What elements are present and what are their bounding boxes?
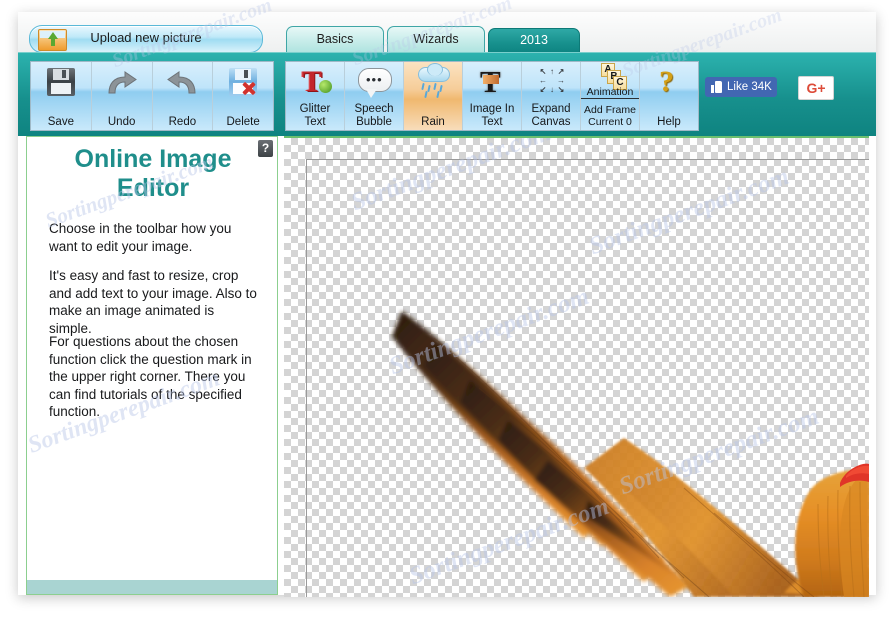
image-in-text-button[interactable]: T Image In Text: [463, 62, 522, 130]
image-in-text-icon: T: [470, 66, 514, 100]
image-canvas[interactable]: Sortingperepair.com Sortingperepair.com …: [284, 136, 869, 597]
google-plus-button[interactable]: G+: [798, 76, 834, 100]
image-editor-window: Upload new picture Basics Wizards 2013 S…: [18, 0, 876, 597]
sidebar-paragraph-3: For questions about the chosen function …: [49, 334, 252, 419]
main-content: ? Online Image Editor Choose in the tool…: [18, 136, 876, 597]
rain-cloud-icon: [411, 63, 455, 100]
speech-bubble-label-line2: Bubble: [356, 115, 392, 128]
speech-bubble-button[interactable]: ••• Speech Bubble: [345, 62, 404, 130]
question-mark-icon: ?: [659, 65, 674, 98]
floppy-disk-icon: [39, 66, 83, 100]
sidebar-paragraph-1: Choose in the toolbar how you want to ed…: [49, 221, 232, 254]
sidebar-footer: [27, 580, 277, 594]
animation-add-frame-button[interactable]: A B C Animation Add Frame Current 0: [581, 62, 640, 130]
glitter-letter-icon: T: [293, 66, 337, 100]
expand-canvas-label-line1: Expand: [531, 103, 571, 115]
animation-add-frame-label: Add Frame: [584, 104, 636, 116]
info-sidebar: ? Online Image Editor Choose in the tool…: [26, 136, 278, 595]
undo-button-label: Undo: [107, 115, 136, 128]
speech-bubble-icon: •••: [352, 66, 396, 100]
animation-current-frame-label: Current 0: [588, 116, 632, 128]
redo-button[interactable]: Redo: [153, 62, 214, 130]
tab-wizards[interactable]: Wizards: [387, 26, 485, 53]
google-plus-label: G+: [806, 80, 826, 96]
glitter-text-label-line1: Glitter: [299, 103, 331, 115]
save-button-label: Save: [47, 115, 74, 128]
animation-title: Animation: [581, 86, 639, 99]
help-button[interactable]: ? Help: [640, 62, 698, 130]
rooster-image: [392, 311, 869, 597]
redo-button-label: Redo: [168, 115, 197, 128]
top-bar: Upload new picture Basics Wizards 2013: [18, 12, 876, 53]
rain-button-label: Rain: [421, 115, 445, 128]
tab-2013-label: 2013: [520, 33, 548, 47]
toolbar: Save Undo Redo Delete T Glitter Text •••…: [18, 52, 876, 137]
facebook-like-label: Like: [727, 81, 749, 93]
help-button-label: Help: [657, 115, 681, 128]
expand-canvas-label-line2: Canvas: [531, 115, 571, 128]
rain-button[interactable]: Rain: [404, 62, 463, 130]
animation-frames-icon: A B C: [588, 63, 632, 90]
redo-arrow-icon: [160, 66, 204, 100]
tab-basics[interactable]: Basics: [286, 26, 384, 53]
tab-wizards-label: Wizards: [413, 32, 459, 46]
undo-button[interactable]: Undo: [92, 62, 153, 130]
delete-button[interactable]: Delete: [213, 62, 273, 130]
image-in-text-label-line1: Image In: [469, 103, 515, 115]
tab-basics-label: Basics: [316, 32, 354, 46]
expand-canvas-button[interactable]: ↖ ↑ ↗ ← → ↙ ↓ ↘ Expand Canvas: [522, 62, 581, 130]
upload-button-label: Upload new picture: [90, 30, 202, 45]
page-title: Online Image Editor: [74, 145, 232, 202]
facebook-like-count: 34K: [751, 81, 772, 93]
thumbs-up-icon: [711, 81, 722, 93]
save-button[interactable]: Save: [31, 62, 92, 130]
image-in-text-label-line2: Text: [481, 115, 503, 128]
tab-2013[interactable]: 2013: [488, 28, 580, 53]
speech-bubble-label-line1: Speech: [354, 103, 394, 115]
glitter-text-label-line2: Text: [304, 115, 326, 128]
sidebar-paragraph-2: It's easy and fast to resize, crop and a…: [49, 268, 257, 336]
toolbar-effects-group: T Glitter Text ••• Speech Bubble Rain Im…: [285, 61, 699, 131]
toolbar-file-group: Save Undo Redo Delete: [30, 61, 274, 131]
upload-new-picture-button[interactable]: Upload new picture: [29, 25, 263, 53]
expand-arrows-icon: ↖ ↑ ↗ ← → ↙ ↓ ↘: [539, 67, 565, 94]
sidebar-body: ? Online Image Editor Choose in the tool…: [27, 137, 277, 580]
glitter-text-button[interactable]: T Glitter Text: [286, 62, 345, 130]
floppy-delete-icon: [221, 66, 265, 100]
delete-button-label: Delete: [226, 115, 260, 128]
facebook-like-button[interactable]: Like 34K: [705, 77, 777, 97]
undo-arrow-icon: [100, 66, 144, 100]
